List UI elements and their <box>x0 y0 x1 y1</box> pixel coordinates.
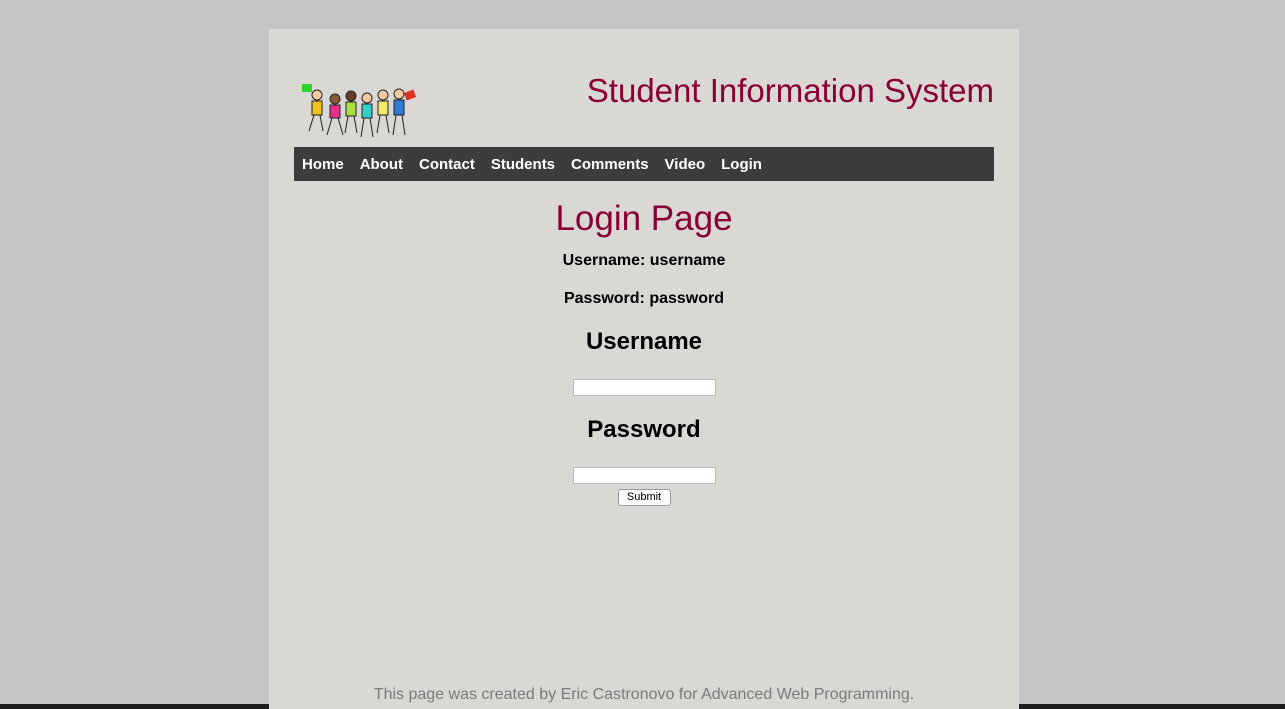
username-hint: Username: username <box>562 252 726 269</box>
nav-item-home[interactable]: Home <box>302 156 344 173</box>
nav-item-contact[interactable]: Contact <box>419 156 475 173</box>
jumping-students-logo <box>302 84 417 138</box>
password-input[interactable] <box>572 467 716 484</box>
page-title: Login Page <box>555 199 733 238</box>
nav-item-video[interactable]: Video <box>665 156 706 173</box>
username-input[interactable] <box>572 379 716 396</box>
login-content: Login Page Username: username Password: … <box>294 189 994 506</box>
password-hint: Password: password <box>563 290 725 307</box>
username-heading: Username <box>585 328 703 355</box>
main-nav: Home About Contact Students Comments Vid… <box>294 147 994 181</box>
nav-item-students[interactable]: Students <box>491 156 555 173</box>
password-heading: Password <box>587 416 701 443</box>
submit-button[interactable]: Submit <box>617 489 671 506</box>
site-title: Student Information System <box>586 72 994 109</box>
nav-item-comments[interactable]: Comments <box>571 156 649 173</box>
nav-item-about[interactable]: About <box>360 156 403 173</box>
site-header: Student Information System <box>294 29 994 147</box>
nav-item-login[interactable]: Login <box>721 156 762 173</box>
page-footer: This page was created by Eric Castronovo… <box>373 686 915 703</box>
page-container: Student Information System Home About Co… <box>269 29 1019 709</box>
